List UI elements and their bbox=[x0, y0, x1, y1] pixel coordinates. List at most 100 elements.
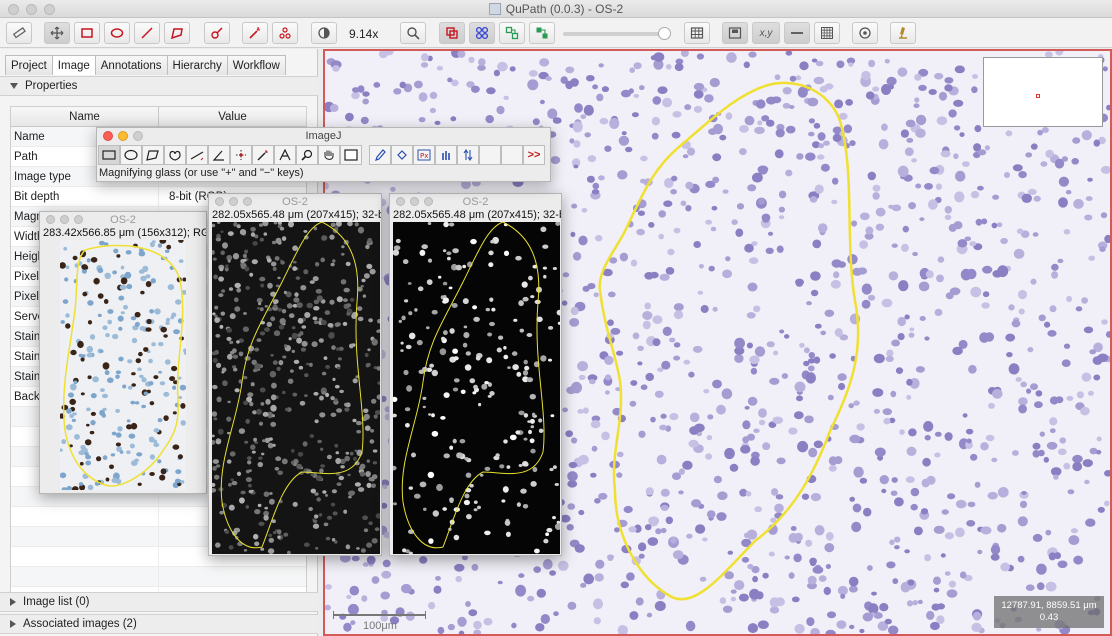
minimize-button[interactable] bbox=[60, 215, 69, 224]
nucleus bbox=[849, 585, 858, 593]
close-button[interactable] bbox=[396, 197, 405, 206]
ellipse-tool-button[interactable] bbox=[104, 22, 130, 44]
imagej-rgb-window[interactable]: OS-2 283.42x566.85 μm (156x312); RGB bbox=[39, 211, 207, 494]
imagej-channel-window-2[interactable]: OS-2 282.05x565.48 μm (207x415); 32-bit bbox=[389, 193, 562, 556]
nucleus bbox=[89, 334, 96, 340]
points-tool-button[interactable] bbox=[272, 22, 298, 44]
ij-pixel-inspector-tool[interactable]: Px bbox=[413, 145, 435, 165]
brightness-contrast-button[interactable] bbox=[311, 22, 337, 44]
close-button[interactable] bbox=[8, 4, 19, 15]
ij-line-tool[interactable] bbox=[186, 145, 208, 165]
ij-scroll-tool[interactable] bbox=[318, 145, 340, 165]
ij-angle-tool[interactable] bbox=[208, 145, 230, 165]
ij-freehand-tool[interactable] bbox=[164, 145, 186, 165]
move-tool-button[interactable] bbox=[44, 22, 70, 44]
nucleus bbox=[84, 439, 92, 446]
minimize-button[interactable] bbox=[26, 4, 37, 15]
ij-polygon-tool[interactable] bbox=[142, 145, 164, 165]
nucleus bbox=[276, 366, 281, 371]
opacity-slider-knob[interactable] bbox=[658, 27, 671, 40]
ij-developer-tool[interactable] bbox=[457, 145, 479, 165]
preferences-button[interactable] bbox=[852, 22, 878, 44]
ij-pencil-tool[interactable] bbox=[369, 145, 391, 165]
image-list-section-header[interactable]: Image list (0) bbox=[0, 592, 318, 612]
show-grid-button[interactable] bbox=[814, 22, 840, 44]
ij-wand-tool[interactable] bbox=[252, 145, 274, 165]
show-location-button[interactable]: x,y bbox=[752, 22, 780, 44]
imagej-channel-window-1[interactable]: OS-2 282.05x565.48 μm (207x415); 32-bit bbox=[208, 193, 382, 556]
tab-project[interactable]: Project bbox=[5, 55, 53, 75]
minimize-button[interactable] bbox=[229, 197, 238, 206]
imagej-button[interactable] bbox=[890, 22, 916, 44]
nucleus bbox=[345, 402, 351, 408]
show-overview-button[interactable] bbox=[722, 22, 748, 44]
nucleus bbox=[592, 182, 600, 190]
column-header-value[interactable]: Value bbox=[159, 107, 306, 126]
ij-empty-slot-1[interactable] bbox=[479, 145, 501, 165]
ij-more-tools-button[interactable]: >> bbox=[523, 145, 545, 165]
nucleus bbox=[650, 416, 656, 423]
properties-section-header[interactable]: Properties bbox=[0, 76, 318, 96]
opacity-slider[interactable] bbox=[563, 27, 671, 40]
brush-tool-button[interactable] bbox=[204, 22, 230, 44]
rectangle-tool-button[interactable] bbox=[74, 22, 100, 44]
properties-row[interactable] bbox=[11, 567, 306, 587]
ij-rectangle-tool[interactable] bbox=[98, 145, 120, 165]
minimize-button[interactable] bbox=[410, 197, 419, 206]
fill-objects-button[interactable] bbox=[529, 22, 555, 44]
zoom-button[interactable] bbox=[133, 131, 143, 141]
ij-flood-fill-tool[interactable] bbox=[391, 145, 413, 165]
zoom-button[interactable] bbox=[74, 215, 83, 224]
nucleus bbox=[849, 434, 861, 444]
show-tma-grid-button[interactable] bbox=[469, 22, 495, 44]
ij-magnifier-tool[interactable] bbox=[296, 145, 318, 165]
polygon-tool-button[interactable] bbox=[164, 22, 190, 44]
nucleus bbox=[552, 117, 562, 124]
nucleus bbox=[260, 547, 265, 551]
show-annotations-button[interactable] bbox=[439, 22, 465, 44]
ij-empty-slot-2[interactable] bbox=[501, 145, 523, 165]
zoom-to-fit-button[interactable] bbox=[400, 22, 426, 44]
close-button[interactable] bbox=[215, 197, 224, 206]
channel-1-titlebar[interactable]: OS-2 bbox=[209, 194, 381, 209]
measurement-table-button[interactable] bbox=[684, 22, 710, 44]
ij-color-picker-tool[interactable] bbox=[340, 145, 362, 165]
channel-1-canvas[interactable] bbox=[212, 222, 380, 554]
column-header-name[interactable]: Name bbox=[11, 107, 159, 126]
close-button[interactable] bbox=[103, 131, 113, 141]
show-objects-button[interactable] bbox=[499, 22, 525, 44]
zoom-button[interactable] bbox=[243, 197, 252, 206]
overview-thumbnail[interactable] bbox=[983, 57, 1103, 127]
nucleus bbox=[1049, 305, 1057, 313]
channel-2-titlebar[interactable]: OS-2 bbox=[390, 194, 561, 209]
channel-2-canvas[interactable] bbox=[393, 222, 560, 554]
ij-oval-tool[interactable] bbox=[120, 145, 142, 165]
tab-annotations[interactable]: Annotations bbox=[94, 55, 168, 75]
show-scalebar-button[interactable] bbox=[784, 22, 810, 44]
tab-hierarchy[interactable]: Hierarchy bbox=[166, 55, 228, 75]
ij-roi-manager-tool[interactable] bbox=[435, 145, 457, 165]
minimize-button[interactable] bbox=[118, 131, 128, 141]
ij-text-tool[interactable] bbox=[274, 145, 296, 165]
tab-image[interactable]: Image bbox=[51, 55, 96, 75]
nucleus bbox=[259, 237, 264, 242]
rgb-window-titlebar[interactable]: OS-2 bbox=[40, 212, 206, 227]
line-tool-button[interactable] bbox=[134, 22, 160, 44]
wand-tool-button[interactable] bbox=[242, 22, 268, 44]
zoom-button[interactable] bbox=[44, 4, 55, 15]
nucleus bbox=[270, 421, 277, 427]
nucleus bbox=[172, 385, 177, 390]
close-button[interactable] bbox=[46, 215, 55, 224]
nucleus bbox=[595, 559, 605, 569]
zoom-button[interactable] bbox=[424, 197, 433, 206]
nucleus bbox=[781, 373, 789, 379]
rgb-image-canvas[interactable] bbox=[60, 240, 186, 490]
show-analysis-pane-button[interactable] bbox=[6, 22, 32, 44]
nucleus bbox=[243, 549, 248, 552]
ij-point-tool[interactable] bbox=[230, 145, 252, 165]
associated-images-section-header[interactable]: Associated images (2) bbox=[0, 614, 318, 634]
nucleus bbox=[693, 82, 705, 91]
imagej-toolbar-window[interactable]: ImageJ Px >> Magnifying glass (or use "+… bbox=[96, 127, 551, 182]
tab-workflow[interactable]: Workflow bbox=[226, 55, 286, 75]
imagej-titlebar[interactable]: ImageJ bbox=[97, 128, 550, 143]
